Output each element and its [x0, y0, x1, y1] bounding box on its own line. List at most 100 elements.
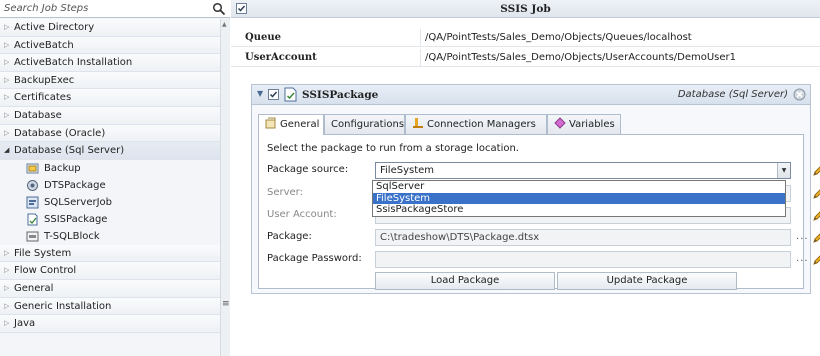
splitter-grip-icon[interactable]: ≡ [222, 299, 230, 309]
step-item-ssispackage[interactable]: SSISPackage [0, 211, 220, 228]
step-category-label: General [14, 282, 54, 294]
sql-job-icon [26, 196, 39, 209]
dropdown-option[interactable]: SsisPackageStore [373, 204, 785, 216]
ssis-package-icon [27, 213, 38, 226]
package-source-select[interactable]: FileSystem ▼ [375, 162, 791, 179]
package-source-value: FileSystem [380, 165, 435, 176]
package-source-label: Package source: [267, 164, 349, 175]
remove-step-icon[interactable] [793, 88, 806, 101]
step-category-label: ActiveBatch [14, 39, 74, 51]
step-category-label: Flow Control [14, 265, 77, 277]
server-label: Server: [267, 187, 303, 198]
step-category[interactable]: ▷ Flow Control [0, 262, 220, 280]
load-package-button[interactable]: Load Package [375, 272, 555, 290]
expand-arrow-icon: ▷ [4, 75, 10, 84]
connection-icon [413, 118, 423, 128]
step-item-sqlserverjob[interactable]: SQLServerJob [0, 194, 220, 211]
edit-pencil-icon[interactable] [812, 164, 820, 177]
step-category-label: Generic Installation [14, 300, 112, 312]
search-icon[interactable] [212, 2, 226, 16]
scroll-up-icon[interactable]: ▲ [222, 21, 227, 28]
job-steps-panel: Search Job Steps ▷ Active Directory ▷ Acti… [0, 0, 230, 356]
step-category[interactable]: ▷ Generic Installation [0, 297, 220, 316]
step-category-label: Java [14, 318, 36, 330]
property-value[interactable]: /QA/PointTests/Sales_Demo/Objects/Queues… [425, 32, 692, 43]
step-category[interactable]: ▷ Certificates [0, 89, 220, 107]
expand-arrow-icon: ▷ [4, 266, 10, 275]
expand-arrow-icon: ▷ [4, 301, 10, 310]
step-item-dtspackage[interactable]: DTSPackage [0, 177, 220, 194]
backup-icon [26, 163, 39, 174]
tsql-block-icon [26, 231, 39, 242]
edit-pencil-icon[interactable] [812, 231, 820, 244]
steps-scrollbar[interactable]: ▲ ≡ [220, 19, 230, 356]
chevron-down-icon[interactable]: ▼ [777, 163, 790, 178]
step-category-label: Database (Oracle) [14, 127, 106, 139]
step-category[interactable]: ▷ General [0, 279, 220, 298]
job-title: SSIS Job [500, 3, 551, 15]
step-category[interactable]: ▷ Java [0, 315, 220, 333]
step-category-label: Database [14, 109, 62, 121]
update-package-button[interactable]: Update Package [557, 272, 737, 290]
step-item-label: T-SQLBlock [44, 230, 100, 242]
step-category[interactable]: ▷ File System [0, 244, 220, 263]
property-row-useraccount: UserAccount /QA/PointTests/Sales_Demo/Ob… [231, 49, 820, 67]
step-enabled-checkbox[interactable] [268, 89, 279, 100]
property-key: UserAccount [245, 52, 317, 63]
general-icon [265, 117, 276, 129]
package-label: Package: [267, 231, 312, 242]
tab-variables[interactable]: Variables [547, 114, 621, 134]
job-editor: SSIS Job Queue /QA/PointTests/Sales_Demo… [231, 0, 820, 356]
step-category[interactable]: ▷ ActiveBatch [0, 36, 220, 55]
expand-arrow-icon: ▷ [4, 93, 10, 102]
property-value[interactable]: /QA/PointTests/Sales_Demo/Objects/UserAc… [425, 52, 736, 63]
step-category[interactable]: ▷ Database [0, 106, 220, 125]
search-input[interactable]: Search Job Steps [4, 3, 88, 14]
expand-arrow-icon: ▷ [4, 283, 10, 292]
expand-arrow-icon: ▷ [4, 128, 10, 137]
package-path-value: C:\tradeshow\DTS\Package.dtsx [380, 232, 540, 243]
collapse-arrow-icon[interactable]: ▼ [257, 89, 263, 98]
step-item-tsqlblock[interactable]: T-SQLBlock [0, 228, 220, 245]
tab-connection-managers[interactable]: Connection Managers [405, 114, 547, 134]
step-category-open[interactable]: ◢ Database (Sql Server) [0, 142, 220, 160]
package-password-field[interactable] [375, 251, 791, 268]
step-category-label: Certificates [14, 92, 72, 104]
package-password-label: Package Password: [267, 253, 362, 264]
package-path-field[interactable]: C:\tradeshow\DTS\Package.dtsx [375, 229, 791, 246]
step-item-backup[interactable]: Backup [0, 160, 220, 177]
password-ellipsis-button[interactable]: ... [796, 253, 809, 264]
ssis-package-icon [284, 87, 297, 102]
column-divider [420, 29, 421, 47]
column-divider [420, 49, 421, 67]
tab-label: General [280, 119, 320, 130]
step-category[interactable]: ▷ ActiveBatch Installation [0, 54, 220, 72]
expand-arrow-icon: ▷ [4, 58, 10, 67]
step-header: ▼ SSISPackage Database (Sql Server) [252, 85, 810, 105]
user-account-label: User Account: [267, 209, 337, 220]
step-name: SSISPackage [302, 89, 379, 101]
tab-general[interactable]: General [258, 114, 324, 135]
search-job-steps[interactable]: Search Job Steps [0, 0, 230, 18]
step-item-label: SSISPackage [44, 213, 108, 225]
edit-pencil-icon[interactable] [812, 253, 820, 266]
dropdown-option-selected[interactable]: FileSystem [373, 192, 785, 204]
step-item-label: SQLServerJob [44, 196, 112, 208]
dropdown-option[interactable]: SqlServer [373, 181, 785, 193]
instruction-text: Select the package to run from a storage… [267, 143, 519, 154]
step-item-label: DTSPackage [44, 179, 106, 191]
expand-arrow-icon: ▷ [4, 248, 10, 257]
edit-pencil-icon[interactable] [812, 209, 820, 222]
browse-ellipsis-button[interactable]: ... [796, 231, 809, 242]
expand-arrow-icon: ▷ [4, 319, 10, 328]
step-item-label: Backup [44, 162, 81, 174]
step-category[interactable]: ▷ Database (Oracle) [0, 124, 220, 143]
edit-pencil-icon[interactable] [812, 187, 820, 200]
tab-label: Configurations [331, 119, 405, 130]
step-category[interactable]: ▷ Active Directory [0, 19, 220, 37]
dts-package-icon [27, 179, 38, 191]
step-category-label: Active Directory [14, 22, 95, 33]
step-category[interactable]: ▷ BackupExec [0, 71, 220, 90]
tab-configurations[interactable]: Configurations [324, 114, 405, 134]
step-category-label: File System [14, 247, 72, 259]
